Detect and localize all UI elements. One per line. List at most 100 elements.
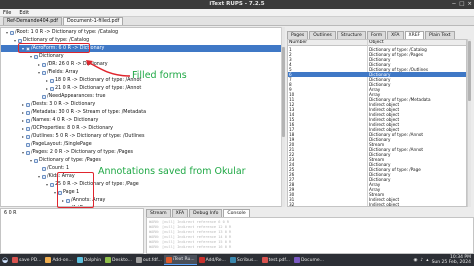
tab-xfa[interactable]: XFA <box>387 31 404 39</box>
console-line: WARN: [null] Indirect reference 16 0 R <box>149 245 232 249</box>
acroform-highlight-box <box>18 43 90 53</box>
tree-scrollbar-thumb[interactable] <box>282 47 285 137</box>
object-icon <box>42 62 46 67</box>
clock[interactable]: 10:34 PM Sun 25 Feb, 2024 <box>432 255 471 265</box>
tree-node[interactable]: ▾ Dictionary of type: /Pages <box>29 157 101 164</box>
object-icon <box>18 38 22 43</box>
tree-node[interactable]: ▾/Pages: 2 0 R -> Dictionary of type: /P… <box>21 149 133 156</box>
object-icon <box>26 102 30 107</box>
tree-node[interactable]: ▸/Dests: 3 0 R -> Dictionary <box>21 101 95 108</box>
xref-table: Number Object 1 Dictionary of type: /Cata… <box>287 39 467 207</box>
tab-plain-text[interactable]: Plain Text <box>425 31 455 39</box>
menu-file[interactable]: File <box>3 10 11 16</box>
object-icon <box>50 78 54 83</box>
maximize-icon[interactable]: □ <box>459 1 464 7</box>
expander-icon[interactable]: ▾ <box>37 69 41 76</box>
expander-icon[interactable]: ▸ <box>45 85 49 92</box>
tab-pages[interactable]: Pages <box>287 31 309 39</box>
expander-icon[interactable]: ▾ <box>5 29 9 36</box>
tab-stream[interactable]: Stream <box>146 209 171 217</box>
taskbar-item[interactable]: save PD... <box>10 255 43 265</box>
taskbar-item[interactable]: Deskto... <box>103 255 134 265</box>
tab-debug-info[interactable]: Debug Info <box>189 209 223 217</box>
tab-structure[interactable]: Structure <box>336 31 366 39</box>
tab-form[interactable]: Form <box>366 31 387 39</box>
column-header-object[interactable]: Object <box>368 40 384 45</box>
object-icon <box>26 110 30 115</box>
start-menu-icon[interactable]: ◒ <box>0 254 10 266</box>
table-scrollbar[interactable] <box>467 39 471 207</box>
expander-icon[interactable]: ▸ <box>21 101 25 108</box>
tab-outlines[interactable]: Outlines <box>309 31 336 39</box>
tab-xfa-bottom[interactable]: XFA <box>171 209 189 217</box>
object-icon <box>34 54 38 59</box>
tree-node[interactable]: /NeedAppearances: true <box>37 93 105 100</box>
window-title-bar: iText RUPS - 7.2.5 − □ × <box>0 0 474 9</box>
app-icon <box>229 257 236 263</box>
tab-console[interactable]: Console <box>223 209 250 217</box>
taskbar-item[interactable]: Docume... <box>292 255 326 265</box>
taskbar-item[interactable]: Dolphin <box>75 255 103 265</box>
taskbar-item[interactable]: Add/Re... <box>197 255 228 265</box>
tree-node[interactable]: ▸ 21 0 R -> Dictionary of type: /Annot <box>45 85 141 92</box>
tree-node[interactable]: ▸/OCProperties: 8 0 R -> Dictionary <box>21 125 113 132</box>
taskbar-item-label: iText Ru... <box>172 257 195 262</box>
tree-node[interactable]: ▾/Fields: Array <box>37 69 78 76</box>
tree-scrollbar[interactable] <box>281 27 285 207</box>
cell-number: 32 <box>289 202 295 207</box>
tree-node[interactable]: ▸/Metadata: 30 0 R -> Stream of type: /M… <box>21 109 146 116</box>
taskbar-item[interactable]: Scribus... <box>228 255 260 265</box>
tree-node[interactable]: /PageLayout: /SinglePage <box>21 141 92 148</box>
tree-node[interactable]: /Count: 1 <box>37 165 69 172</box>
taskbar-item-label: test.pdf... <box>268 257 290 263</box>
tree-node[interactable]: ▸/Names: 4 0 R -> Dictionary <box>21 117 98 124</box>
expander-icon[interactable]: ▸ <box>21 117 25 124</box>
column-header-number[interactable]: Number <box>288 40 307 45</box>
expander-icon[interactable]: ▾ <box>37 173 41 180</box>
expander-icon[interactable]: ▸ <box>21 133 25 140</box>
expander-icon[interactable]: ▸ <box>45 77 49 84</box>
menu-edit[interactable]: Edit <box>19 10 29 16</box>
network-icon[interactable]: ◉ <box>413 258 417 263</box>
expander-icon[interactable]: ▾ <box>29 53 33 60</box>
taskbar-item-label: Add-on... <box>52 257 73 263</box>
expander-icon[interactable]: ▾ <box>21 149 25 156</box>
tree-node[interactable]: ▾/Root: 1 0 R -> Dictionary of type: /Ca… <box>5 29 118 36</box>
tree-overflow <box>0 202 285 207</box>
taskbar-item[interactable]: out.fdf... <box>134 255 164 265</box>
expander-icon[interactable]: ▸ <box>21 125 25 132</box>
object-icon <box>42 94 46 99</box>
taskbar-item[interactable]: iText Ru... <box>163 255 197 265</box>
taskbar-item-label: Add/Re... <box>205 257 226 263</box>
minimize-icon[interactable]: − <box>452 1 457 7</box>
taskbar-item-label: Scribus... <box>236 257 258 263</box>
tree-node[interactable]: ▸/Outlines: 5 0 R -> Dictionary of type:… <box>21 133 145 140</box>
volume-icon[interactable]: ♪ <box>420 258 423 263</box>
expander-icon[interactable]: ▾ <box>29 157 33 164</box>
expander-icon[interactable]: ▾ <box>13 37 17 44</box>
bottom-panel-tabs: Stream XFA Debug Info Console <box>146 209 250 217</box>
tab-document-active[interactable]: Document-1-filled.pdf <box>62 17 124 25</box>
table-row[interactable]: 32 Indirect object <box>288 202 466 207</box>
tab-xref[interactable]: XREF <box>404 31 425 39</box>
expander-icon[interactable]: ▾ <box>45 181 49 188</box>
window-title: iText RUPS - 7.2.5 <box>209 1 265 7</box>
table-scrollbar-thumb[interactable] <box>468 41 471 101</box>
object-icon <box>42 166 46 171</box>
object-icon <box>42 70 46 75</box>
taskbar-items: save PD... Add-on... Dolphin Deskto... out.f… <box>10 255 326 265</box>
expander-icon[interactable]: ▸ <box>37 61 41 68</box>
tray-expand-icon[interactable]: ▴ <box>426 258 428 263</box>
app-icon <box>165 256 172 263</box>
expander-icon[interactable]: ▸ <box>21 109 25 116</box>
object-icon <box>34 158 38 163</box>
close-icon[interactable]: × <box>467 1 472 7</box>
app-icon <box>198 257 205 263</box>
taskbar-item[interactable]: test.pdf... <box>260 255 292 265</box>
tab-document[interactable]: Ref-Demande404.pdf <box>3 17 62 25</box>
annotations-saved-annotation: Annotations saved from Okular <box>98 166 246 177</box>
tree-node[interactable]: ▾ Dictionary <box>29 53 64 60</box>
menu-bar: File Edit <box>0 9 474 17</box>
taskbar-item[interactable]: Add-on... <box>43 255 74 265</box>
app-icon <box>45 257 52 263</box>
